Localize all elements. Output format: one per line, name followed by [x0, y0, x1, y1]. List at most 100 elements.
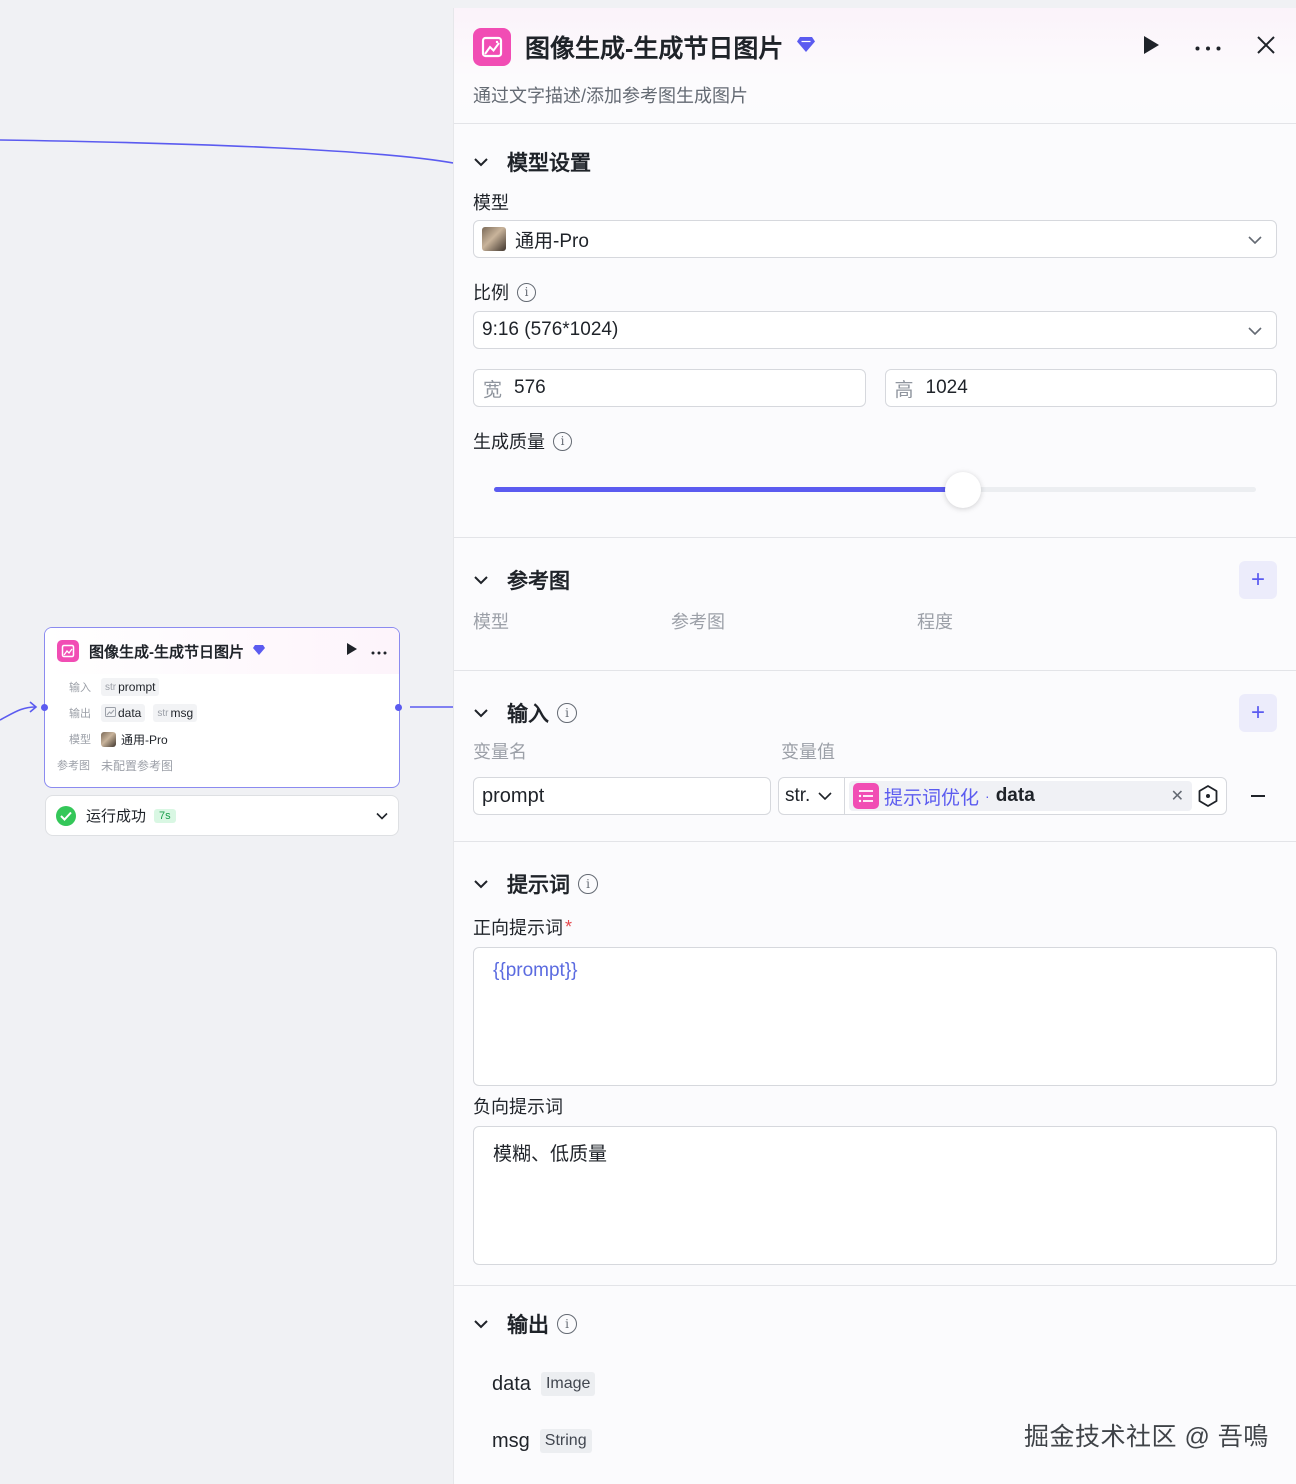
output-name: data — [492, 1372, 531, 1395]
info-icon[interactable]: i — [517, 282, 536, 302]
height-prefix: 高 — [894, 379, 914, 401]
info-icon[interactable]: i — [557, 1314, 577, 1334]
input-row: prompt str. 提示词优化 · data ✕ — [473, 777, 1277, 815]
chevron-down-icon[interactable] — [473, 1319, 495, 1329]
chevron-down-icon[interactable] — [473, 708, 495, 718]
success-check-icon — [56, 805, 76, 826]
node-more-icon[interactable] — [371, 642, 387, 660]
variable-value-field[interactable]: str. 提示词优化 · data ✕ — [778, 777, 1227, 815]
section-reference: 参考图 + 模型 参考图 程度 — [454, 538, 1296, 671]
ratio-label: 比例 — [473, 283, 509, 303]
section-title: 输出 — [507, 1314, 549, 1337]
section-header[interactable]: 参考图 — [473, 560, 1277, 600]
chevron-down-icon — [1248, 228, 1262, 250]
diamond-icon — [797, 37, 816, 57]
height-input[interactable]: 高 1024 — [884, 369, 1277, 407]
column-header: 变量名 — [473, 742, 527, 762]
edge-in — [0, 706, 37, 721]
node-output-label: 输出 — [69, 708, 91, 720]
image-gen-icon — [473, 28, 511, 66]
output-type-badge: Image — [540, 1372, 596, 1396]
prompt-optimize-icon — [853, 783, 879, 809]
quality-slider[interactable] — [494, 470, 1256, 510]
column-header: 变量值 — [781, 742, 835, 762]
slider-handle[interactable] — [944, 472, 981, 508]
chevron-down-icon[interactable] — [473, 157, 495, 167]
panel-description: 通过文字描述/添加参考图生成图片 — [473, 86, 748, 106]
run-icon[interactable] — [1143, 35, 1159, 59]
ratio-select[interactable]: 9:16 (576*1024) — [473, 311, 1277, 349]
model-avatar — [482, 227, 506, 251]
node-model-value: 通用-Pro — [121, 732, 168, 747]
node-output-port[interactable] — [395, 704, 402, 711]
type-select[interactable]: str. — [779, 778, 845, 814]
output-name: msg — [492, 1429, 530, 1452]
section-title: 输入 — [507, 703, 549, 726]
section-header[interactable]: 输入 i — [473, 693, 1277, 733]
node-output-tag-msg: str msg — [153, 704, 198, 722]
node-input-port[interactable] — [41, 704, 48, 711]
info-icon[interactable]: i — [553, 431, 572, 451]
section-header[interactable]: 提示词 i — [473, 864, 1277, 904]
width-input[interactable]: 宽 576 — [473, 369, 866, 407]
workflow-canvas[interactable]: 图像生成-生成节日图片 输入 str prompt 输出 data str msg … — [0, 0, 453, 1484]
model-avatar — [101, 731, 116, 747]
input-columns: 变量名 变量值 — [473, 738, 1277, 764]
node-ref-row: 参考图 未配置参考图 — [45, 752, 399, 778]
diamond-icon — [253, 644, 265, 658]
chevron-down-icon[interactable] — [376, 807, 388, 825]
node-ref-label: 参考图 — [57, 760, 90, 772]
column-header: 模型 — [473, 612, 509, 632]
run-status-bar[interactable]: 运行成功 7s — [45, 795, 399, 836]
separator-dot: · — [985, 788, 990, 804]
image-gen-node[interactable]: 图像生成-生成节日图片 输入 str prompt 输出 data str msg … — [44, 627, 400, 788]
edge-top — [0, 139, 453, 164]
width-value: 576 — [514, 377, 546, 398]
negative-prompt-textarea[interactable]: 模糊、低质量 — [473, 1126, 1277, 1265]
model-label: 模型 — [473, 193, 509, 213]
chevron-down-icon[interactable] — [473, 879, 495, 889]
node-output-row: 输出 data str msg — [45, 700, 399, 726]
remove-input-button[interactable] — [1251, 795, 1265, 797]
node-model-label: 模型 — [69, 734, 91, 746]
variable-reference-chip[interactable]: 提示词优化 · data ✕ — [849, 781, 1192, 811]
clear-icon[interactable]: ✕ — [1171, 786, 1184, 806]
model-select[interactable]: 通用-Pro — [473, 220, 1277, 258]
negative-prompt-label: 负向提示词 — [473, 1097, 563, 1117]
chevron-down-icon — [818, 792, 832, 800]
reference-variable-name: data — [995, 785, 1035, 806]
node-ref-value: 未配置参考图 — [101, 758, 174, 773]
ratio-label-row: 比例 i — [473, 278, 1277, 306]
image-gen-icon — [57, 640, 79, 662]
more-icon[interactable] — [1195, 38, 1221, 56]
node-input-tag: str prompt — [101, 678, 160, 696]
chevron-down-icon[interactable] — [473, 575, 495, 585]
output-type-badge: String — [539, 1429, 592, 1453]
section-header[interactable]: 模型设置 — [473, 142, 1277, 182]
section-inputs: 输入 i + 变量名 变量值 prompt str. 提示词优化 · data … — [454, 671, 1296, 842]
close-icon[interactable] — [1257, 35, 1275, 59]
info-icon[interactable]: i — [557, 703, 577, 723]
positive-prompt-label: 正向提示词 — [473, 918, 563, 938]
run-node-icon[interactable] — [346, 642, 357, 660]
positive-prompt-textarea[interactable]: {{prompt}} — [473, 947, 1277, 1086]
status-text: 运行成功 — [86, 808, 147, 825]
add-reference-button[interactable]: + — [1239, 561, 1277, 599]
node-config-panel: 图像生成-生成节日图片 通过文字描述/添加参考图生成图片 模型设置 模型 通用-… — [453, 8, 1296, 1484]
image-type-icon — [105, 706, 116, 720]
section-header[interactable]: 输出 i — [473, 1304, 1277, 1344]
info-icon[interactable]: i — [578, 874, 598, 894]
quality-label-row: 生成质量 i — [473, 427, 1277, 455]
status-duration-badge: 7s — [154, 808, 176, 823]
panel-header: 图像生成-生成节日图片 通过文字描述/添加参考图生成图片 — [454, 8, 1296, 124]
slider-fill — [494, 487, 963, 492]
panel-title[interactable]: 图像生成-生成节日图片 — [525, 29, 783, 65]
section-title: 提示词 — [507, 874, 570, 897]
variable-name-input[interactable]: prompt — [473, 777, 771, 815]
variable-picker-icon[interactable] — [1196, 784, 1220, 808]
node-header: 图像生成-生成节日图片 — [45, 628, 399, 674]
node-input-row: 输入 str prompt — [45, 674, 399, 700]
node-title: 图像生成-生成节日图片 — [89, 643, 244, 661]
required-mark: * — [565, 916, 573, 937]
add-input-button[interactable]: + — [1239, 694, 1277, 732]
